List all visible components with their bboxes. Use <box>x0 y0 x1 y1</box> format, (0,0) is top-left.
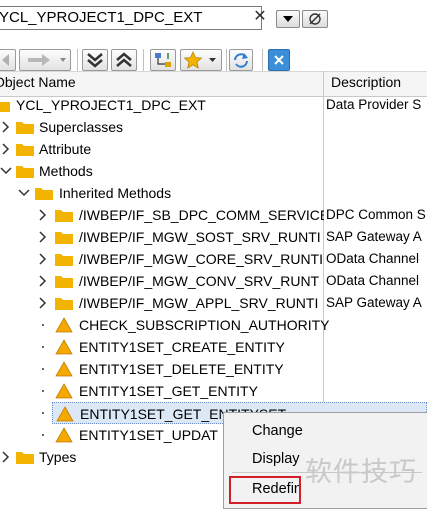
folder-icon <box>16 166 34 178</box>
chevron-right-icon <box>2 451 10 463</box>
leaf-dot <box>42 368 44 370</box>
tree-label: CHECK_SUBSCRIPTION_AUTHORITY <box>79 317 330 333</box>
tree-row-root[interactable]: YCL_YPROJECT1_DPC_EXT Data Provider S <box>0 94 427 116</box>
back-button[interactable] <box>0 49 16 71</box>
folder-icon <box>55 276 73 288</box>
folder-icon <box>35 188 53 200</box>
tree-label: ENTITY1SET_UPDAT <box>79 427 218 443</box>
tree-label: Types <box>39 449 77 465</box>
tree-label: /IWBEP/IF_SB_DPC_COMM_SERVICE <box>79 207 324 223</box>
tree-label: /IWBEP/IF_MGW_CONV_SRV_RUNT <box>79 273 320 289</box>
tree-label: Attribute <box>39 141 92 157</box>
favorites-button[interactable] <box>180 49 222 71</box>
folder-icon <box>55 298 73 310</box>
tree-description: SAP Gateway A <box>326 295 422 310</box>
chevron-right-icon <box>39 231 47 243</box>
leaf-dot <box>42 390 44 392</box>
favorites-icon <box>183 51 216 69</box>
chevron-right-icon <box>39 253 47 265</box>
collapse-all-icon <box>116 52 132 67</box>
dropdown-icon <box>283 16 293 22</box>
column-header-object-name[interactable]: Object Name <box>0 74 76 90</box>
column-header-description[interactable]: Description <box>331 74 401 90</box>
tree-label: ENTITY1SET_DELETE_ENTITY <box>79 361 284 377</box>
tree-description: SAP Gateway A <box>326 229 422 244</box>
folder-icon <box>55 210 73 222</box>
chevron-right-icon <box>2 121 10 133</box>
tree-row-methods[interactable]: Methods <box>0 160 427 182</box>
warning-icon <box>55 361 73 377</box>
tree-description: DPC Common S <box>326 207 426 222</box>
folder-icon <box>55 232 73 244</box>
watermark: 软件技巧 <box>305 457 417 487</box>
folder-icon <box>16 144 34 156</box>
tree-row-interface[interactable]: /IWBEP/IF_MGW_CORE_SRV_RUNTI OData Chann… <box>0 248 427 270</box>
folder-icon <box>0 102 10 112</box>
tree-row-inherited-methods[interactable]: Inherited Methods <box>0 182 427 204</box>
tree-description: OData Channel <box>326 251 420 266</box>
leaf-dot <box>42 346 44 348</box>
close-icon <box>274 55 284 65</box>
warning-icon <box>55 427 73 443</box>
menu-item-label: Display <box>252 451 300 467</box>
expand-all-icon <box>87 53 103 68</box>
tree-row-interface[interactable]: /IWBEP/IF_MGW_SOST_SRV_RUNTI SAP Gateway… <box>0 226 427 248</box>
hierarchy-button[interactable] <box>150 49 176 71</box>
chevron-right-icon <box>39 209 47 221</box>
folder-icon <box>16 452 34 464</box>
collapse-all-button[interactable] <box>111 49 137 71</box>
clear-icon[interactable]: ✕ <box>253 8 267 26</box>
tree-label: /IWBEP/IF_MGW_CORE_SRV_RUNTI <box>79 251 324 267</box>
leaf-dot <box>42 324 44 326</box>
dropdown-button[interactable] <box>276 10 300 28</box>
tree-label: Inherited Methods <box>59 185 172 201</box>
warning-icon <box>56 406 74 422</box>
tree-label: Methods <box>39 163 93 179</box>
tree-description: OData Channel <box>326 273 420 288</box>
close-button[interactable] <box>268 49 290 71</box>
tree-row-superclasses[interactable]: Superclasses <box>0 116 427 138</box>
tree-label: /IWBEP/IF_MGW_APPL_SRV_RUNTI <box>79 295 319 311</box>
warning-icon <box>55 383 73 399</box>
folder-icon <box>55 254 73 266</box>
chevron-down-icon <box>0 167 12 175</box>
tree-label: ENTITY1SET_GET_ENTITY <box>79 383 258 399</box>
back-icon <box>2 54 9 66</box>
tree-label: /IWBEP/IF_MGW_SOST_SRV_RUNTI <box>79 229 321 245</box>
chevron-right-icon <box>39 275 47 287</box>
tree-row-interface[interactable]: /IWBEP/IF_MGW_CONV_SRV_RUNT OData Channe… <box>0 270 427 292</box>
tree-row-attribute[interactable]: Attribute <box>0 138 427 160</box>
tree-row-method[interactable]: ENTITY1SET_DELETE_ENTITY <box>0 358 427 380</box>
chevron-right-icon <box>2 143 10 155</box>
warning-icon <box>55 339 73 355</box>
tree-row-method[interactable]: ENTITY1SET_CREATE_ENTITY <box>0 336 427 358</box>
leaf-dot <box>42 412 44 414</box>
tree-row-method[interactable]: CHECK_SUBSCRIPTION_AUTHORITY <box>0 314 427 336</box>
folder-icon <box>16 122 34 134</box>
tree-description: Data Provider S <box>326 97 422 112</box>
chevron-down-icon <box>18 189 30 197</box>
tree-label: Superclasses <box>39 119 124 135</box>
tree-row-method[interactable]: ENTITY1SET_GET_ENTITY <box>0 380 427 402</box>
forward-button[interactable] <box>19 49 71 71</box>
tree-row-interface[interactable]: /IWBEP/IF_MGW_APPL_SRV_RUNTI SAP Gateway… <box>0 292 427 314</box>
tree-label: YCL_YPROJECT1_DPC_EXT <box>16 97 206 113</box>
menu-item-change[interactable]: Change <box>224 418 427 444</box>
chevron-right-icon <box>39 297 47 309</box>
expand-all-button[interactable] <box>82 49 108 71</box>
menu-item-label: Change <box>252 423 303 439</box>
class-name-input[interactable]: YCL_YPROJECT1_DPC_EXT <box>0 6 262 30</box>
tree-row-interface[interactable]: /IWBEP/IF_SB_DPC_COMM_SERVICE DPC Common… <box>0 204 427 226</box>
refresh-button[interactable] <box>229 49 253 71</box>
warning-icon <box>55 317 73 333</box>
history-icon <box>309 13 321 25</box>
leaf-dot <box>42 434 44 436</box>
history-button[interactable] <box>302 10 328 28</box>
refresh-icon <box>234 53 248 68</box>
hierarchy-icon <box>155 53 171 67</box>
tree-label: ENTITY1SET_CREATE_ENTITY <box>79 339 285 355</box>
forward-icon <box>28 54 66 66</box>
